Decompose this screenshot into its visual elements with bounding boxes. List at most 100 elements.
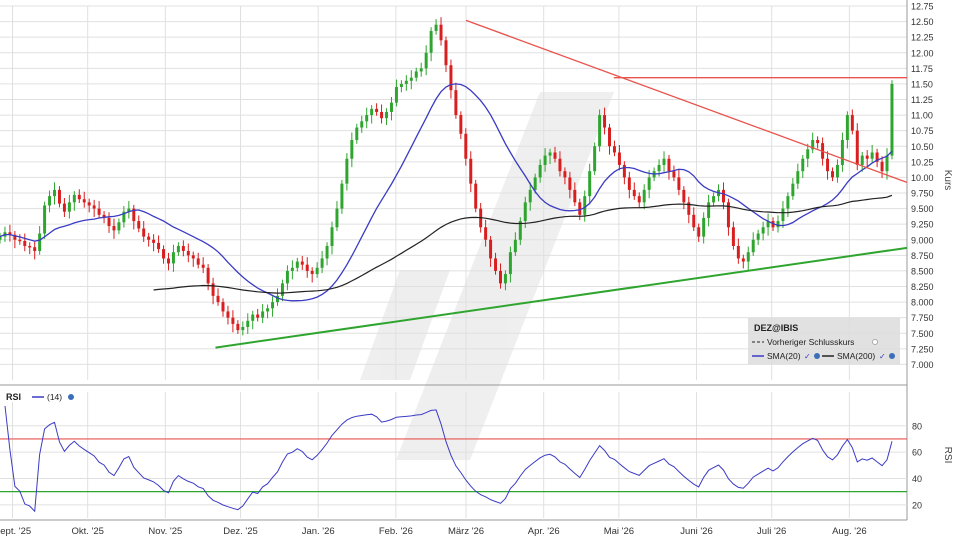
- candle-body: [850, 115, 854, 131]
- candle-body: [489, 239, 493, 259]
- candle-body: [642, 189, 646, 203]
- candle-body: [578, 202, 582, 215]
- candle-body: [528, 189, 532, 203]
- candle-body: [746, 252, 750, 262]
- candle-body: [340, 183, 344, 209]
- candle-body: [598, 115, 602, 147]
- candle-body: [756, 233, 760, 240]
- candle-body: [157, 242, 161, 250]
- y-axis-title: Kurs: [942, 170, 953, 191]
- candle-body: [256, 314, 260, 318]
- chart-canvas[interactable]: 12.75 12.50 12.25 12.00 11.75 11.50 11.25 11.00…: [0, 0, 960, 540]
- candle-body: [231, 317, 235, 324]
- rsi-tick-label: 80: [912, 421, 922, 431]
- y-tick-label: 11.75: [911, 64, 933, 74]
- candle-body: [712, 196, 716, 203]
- prev-close-toggle-icon[interactable]: [872, 339, 878, 345]
- candle-body: [137, 221, 141, 229]
- y-tick-label: 8.000: [911, 298, 934, 308]
- candle-body: [806, 149, 810, 159]
- candle-body: [394, 87, 398, 103]
- candle-body: [751, 239, 755, 253]
- candle-body: [865, 155, 869, 159]
- candle-body: [786, 196, 790, 209]
- candle-body: [117, 222, 121, 231]
- candle-body: [870, 152, 874, 159]
- candle-body: [147, 236, 151, 240]
- candle-body: [736, 245, 740, 259]
- candle-body: [389, 102, 393, 112]
- y-tick-label: 9.000: [911, 235, 934, 245]
- y-tick-label: 8.500: [911, 266, 934, 276]
- candle-body: [464, 133, 468, 159]
- candle-body: [677, 177, 681, 190]
- y-tick-label: 12.00: [911, 48, 934, 58]
- candle-body: [414, 71, 418, 78]
- candle-body: [429, 30, 433, 53]
- rsi-title: RSI: [6, 392, 21, 402]
- candle-body: [320, 258, 324, 268]
- candle-body: [43, 205, 47, 234]
- candle-body: [860, 155, 864, 165]
- candle-body: [523, 202, 527, 222]
- y-tick-label: 8.250: [911, 282, 934, 292]
- candle-body: [38, 233, 42, 251]
- candle-body: [439, 24, 443, 41]
- candle-body: [285, 270, 289, 284]
- candle-body: [776, 221, 780, 228]
- stock-chart: 12.75 12.50 12.25 12.00 11.75 11.50 11.25 11.00…: [0, 0, 960, 540]
- x-tick-label: Dez. '25: [223, 526, 258, 537]
- y-tick-label: 10.25: [911, 157, 934, 167]
- candle-body: [48, 196, 52, 206]
- candle-body: [454, 90, 458, 116]
- candle-body: [142, 228, 146, 237]
- candle-body: [186, 250, 190, 256]
- y-tick-label: 11.00: [911, 111, 933, 121]
- sma20-settings-icon[interactable]: [814, 353, 820, 359]
- candle-body: [251, 314, 255, 321]
- candle-body: [508, 252, 512, 275]
- x-tick-label: Feb. '26: [379, 526, 413, 537]
- candle-body: [513, 239, 517, 253]
- candle-body: [305, 264, 309, 271]
- candle-body: [791, 183, 795, 197]
- sma200-check-icon[interactable]: ✓: [879, 352, 886, 361]
- rsi-legend: RSI (14): [2, 390, 74, 402]
- candle-body: [801, 158, 805, 172]
- candle-body: [206, 267, 210, 284]
- candle-body: [380, 111, 384, 119]
- sma20-check-icon[interactable]: ✓: [804, 352, 811, 361]
- candle-body: [236, 323, 240, 331]
- legend-sma200-label: SMA(200): [837, 351, 875, 361]
- sma200-settings-icon[interactable]: [889, 353, 895, 359]
- candle-body: [499, 270, 502, 284]
- candle-body: [890, 83, 894, 156]
- candle-body: [97, 208, 101, 215]
- candle-body: [280, 283, 284, 296]
- candle-body: [365, 115, 369, 122]
- candle-body: [469, 158, 473, 184]
- y-tick-label: 9.500: [911, 204, 934, 214]
- chart-legend: DEZ@IBIS Vorheriger Schlusskurs SMA(20) …: [748, 318, 900, 364]
- candle-body: [444, 40, 448, 66]
- candle-body: [533, 177, 537, 190]
- candle-body: [682, 189, 686, 203]
- candle-body: [409, 77, 413, 81]
- rsi-tick-label: 20: [912, 500, 922, 510]
- y-tick-label: 7.500: [911, 329, 934, 339]
- rsi-settings-icon[interactable]: [68, 394, 74, 400]
- candle-body: [667, 158, 671, 172]
- candle-body: [781, 208, 785, 222]
- candle-body: [355, 127, 359, 141]
- candle-body: [424, 52, 428, 69]
- candle-body: [404, 80, 408, 84]
- y-tick-label: 8.750: [911, 251, 934, 261]
- price-panel: [0, 17, 908, 349]
- candle-body: [826, 158, 830, 172]
- candle-body: [548, 152, 552, 156]
- candle-body: [166, 258, 170, 264]
- candle-body: [53, 189, 56, 197]
- candle-body: [761, 227, 765, 234]
- x-tick-label: Okt. '25: [71, 526, 103, 537]
- candle-body: [449, 65, 453, 91]
